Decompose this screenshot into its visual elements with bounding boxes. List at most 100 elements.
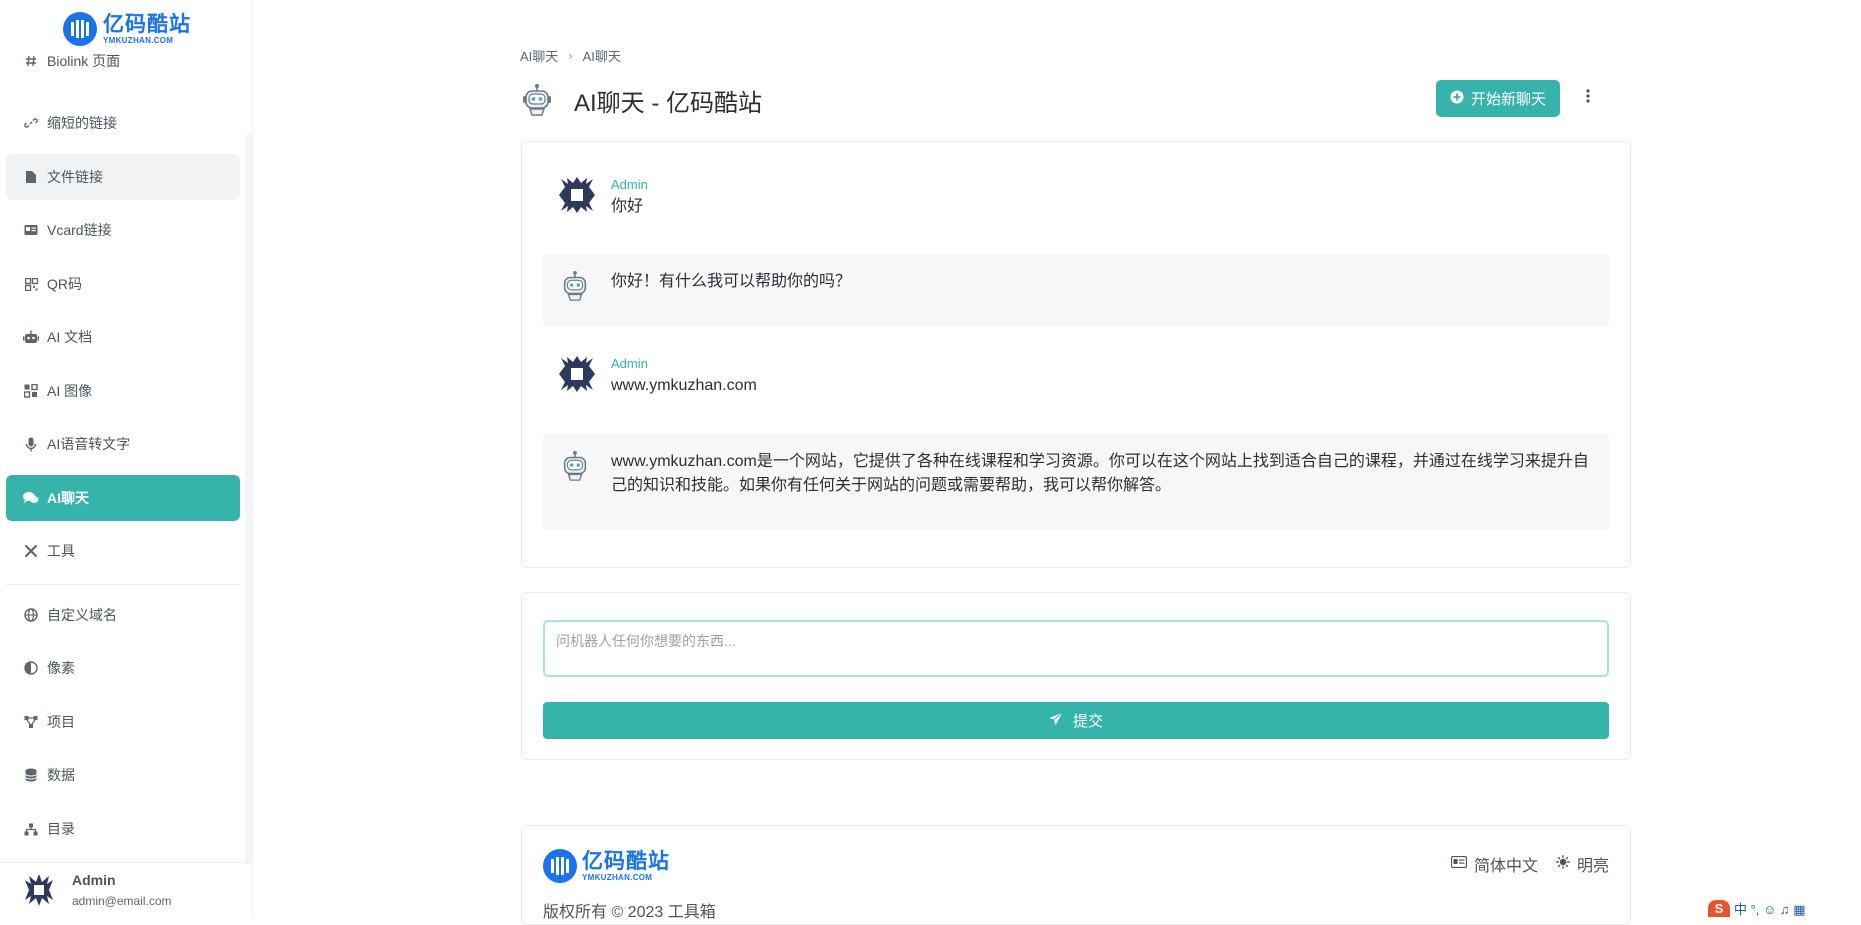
robot-icon (520, 83, 554, 117)
sidebar-item-ai-images[interactable]: AI 图像 (6, 368, 240, 414)
sidebar-item-data[interactable]: 数据 (6, 752, 240, 798)
image-grid-icon (23, 383, 39, 399)
sidebar-item-label: 工具 (47, 543, 75, 559)
ime-status-text: 中 °, ☺ ♫ ▦ (1734, 902, 1806, 917)
robot-icon (559, 270, 595, 306)
sun-icon (1556, 854, 1570, 874)
sidebar-item-biolink[interactable]: Biolink 页面 (6, 46, 240, 76)
sidebar-item-short-links[interactable]: 缩短的链接 (6, 100, 240, 146)
page-title: AI聊天 - 亿码酷站 (574, 89, 763, 117)
message-text: 你好！有什么我可以帮助你的吗？ (611, 273, 852, 290)
sidebar-item-pixels[interactable]: 像素 (6, 645, 240, 691)
brand-logo[interactable]: 亿码酷站 YMKUZHAN.COM (63, 12, 191, 46)
breadcrumb: AI聊天 › AI聊天 (520, 46, 621, 65)
new-chat-button[interactable]: 开始新聊天 (1435, 80, 1560, 117)
footer: 亿码酷站 YMKUZHAN.COM 版权所有 © 2023 工具箱 简体中文 明… (521, 825, 1631, 925)
chat-input[interactable] (543, 620, 1609, 677)
chat-message-user: Admin 你好 (543, 177, 1609, 219)
breadcrumb-separator: › (568, 48, 573, 63)
database-icon (23, 767, 39, 783)
message-author: Admin (611, 356, 648, 371)
sidebar: 亿码酷站 YMKUZHAN.COM Biolink 页面 缩短的链接 文件链接 (0, 0, 253, 917)
avatar (559, 356, 595, 392)
link-icon (23, 115, 39, 131)
sidebar-item-vcard[interactable]: Vcard链接 (6, 207, 240, 253)
sidebar-item-label: 自定义域名 (47, 607, 117, 623)
sidebar-item-label: 目录 (47, 821, 75, 837)
microphone-icon (23, 436, 39, 452)
sidebar-item-label: AI聊天 (47, 490, 89, 506)
brand-logo-mark-icon (63, 12, 97, 46)
page-header: AI聊天 - 亿码酷站 开始新聊天 (520, 80, 1600, 120)
sitemap-icon (23, 821, 39, 837)
sidebar-item-label: 数据 (47, 767, 75, 783)
hash-icon (23, 53, 39, 69)
kebab-menu-icon (1586, 88, 1590, 108)
half-circle-icon (23, 660, 39, 676)
chat-bubbles-icon (23, 490, 39, 506)
sidebar-item-label: 缩短的链接 (47, 115, 117, 131)
brand-domain: YMKUZHAN.COM (103, 35, 174, 45)
tools-icon (23, 543, 39, 559)
submit-button[interactable]: 提交 (543, 702, 1609, 739)
file-icon (23, 169, 39, 185)
chat-composer: 提交 (521, 592, 1631, 760)
brand-logo-mark-icon (543, 849, 577, 883)
language-selector[interactable]: 简体中文 (1450, 852, 1538, 876)
more-options-button[interactable] (1576, 86, 1600, 110)
sidebar-item-label: AI语音转文字 (47, 436, 131, 452)
user-email: admin@email.com (72, 894, 172, 908)
sidebar-item-ai-chat[interactable]: AI聊天 (6, 475, 240, 521)
robot-icon (559, 450, 595, 486)
message-text: www.ymkuzhan.com是一个网站，它提供了各种在线课程和学习资源。你可… (611, 453, 1589, 494)
globe-icon (23, 607, 39, 623)
sidebar-divider (6, 584, 240, 585)
sidebar-item-label: Vcard链接 (47, 222, 112, 238)
sidebar-item-ai-docs[interactable]: AI 文档 (6, 314, 240, 360)
sidebar-item-tools[interactable]: 工具 (6, 528, 240, 574)
chat-history: Admin 你好 你好！有什么我可以帮助你的吗？ Admin www.ymkuz… (521, 141, 1631, 568)
sidebar-item-qr[interactable]: QR码 (6, 261, 240, 307)
sidebar-item-speech-to-text[interactable]: AI语音转文字 (6, 421, 240, 467)
sidebar-scrollbar[interactable] (245, 134, 252, 864)
sidebar-item-custom-domains[interactable]: 自定义域名 (6, 592, 240, 638)
message-text: www.ymkuzhan.com (611, 377, 757, 394)
breadcrumb-item-ai-chat[interactable]: AI聊天 (520, 46, 558, 65)
theme-toggle[interactable]: 明亮 (1556, 852, 1609, 876)
brand-name: 亿码酷站 (582, 849, 670, 873)
language-card-icon (1450, 855, 1468, 873)
message-text: 你好 (611, 198, 644, 215)
nodes-icon (23, 714, 39, 730)
sidebar-item-label: Biolink 页面 (47, 53, 121, 69)
chat-message-bot: www.ymkuzhan.com是一个网站，它提供了各种在线课程和学习资源。你可… (543, 434, 1609, 530)
sidebar-item-label: AI 图像 (47, 383, 93, 399)
sidebar-item-file-links[interactable]: 文件链接 (6, 154, 240, 200)
breadcrumb-current: AI聊天 (582, 49, 621, 64)
sidebar-item-label: 像素 (47, 660, 75, 676)
new-chat-label: 开始新聊天 (1470, 91, 1546, 108)
message-author: Admin (611, 177, 648, 192)
qr-code-icon (23, 276, 39, 292)
sidebar-item-label: 文件链接 (47, 169, 103, 185)
avatar (20, 871, 58, 909)
brand-name: 亿码酷站 (103, 12, 191, 36)
footer-copyright: 版权所有 © 2023 工具箱 (543, 904, 716, 921)
ime-logo: S (1708, 900, 1730, 917)
plus-circle-icon (1450, 90, 1464, 108)
footer-logo[interactable]: 亿码酷站 YMKUZHAN.COM (543, 849, 670, 883)
ime-toolbar[interactable]: S 中 °, ☺ ♫ ▦ (1708, 900, 1861, 917)
chat-message-bot: 你好！有什么我可以帮助你的吗？ (543, 254, 1609, 326)
sidebar-user[interactable]: Admin admin@email.com (0, 862, 253, 917)
sidebar-item-directory[interactable]: 目录 (6, 806, 240, 852)
language-label: 简体中文 (1473, 858, 1538, 875)
id-card-icon (23, 222, 39, 238)
sidebar-item-projects[interactable]: 项目 (6, 699, 240, 745)
theme-label: 明亮 (1576, 858, 1609, 875)
paper-plane-icon (1049, 711, 1063, 730)
sidebar-item-label: 项目 (47, 714, 75, 730)
sidebar-item-label: AI 文档 (47, 329, 93, 345)
user-name: Admin (72, 872, 116, 888)
brand-domain: YMKUZHAN.COM (582, 872, 653, 882)
submit-label: 提交 (1072, 713, 1103, 730)
chat-message-user: Admin www.ymkuzhan.com (543, 356, 1609, 398)
